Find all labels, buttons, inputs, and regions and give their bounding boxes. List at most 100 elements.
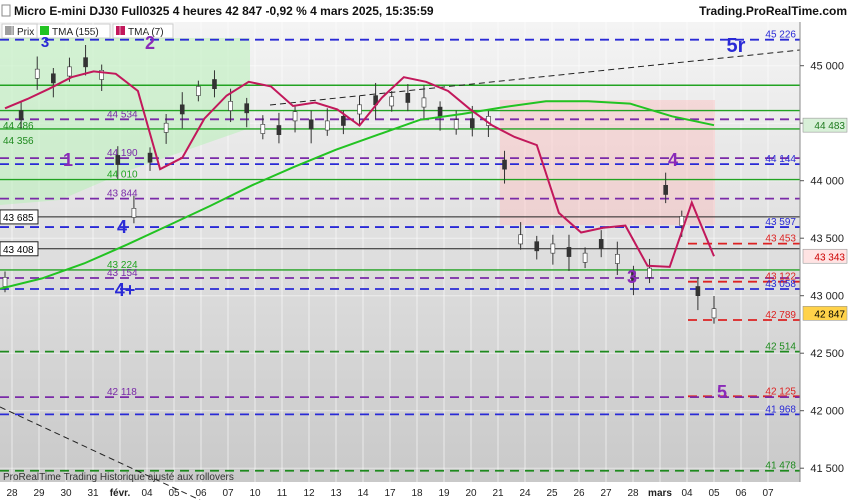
price-candle-body: [469, 118, 475, 129]
price-candle-body: [615, 254, 620, 264]
level-label: 43 844: [107, 189, 138, 200]
price-candle-body: [18, 110, 24, 121]
level-label: 44 144: [765, 154, 796, 165]
x-tick-label: mars: [648, 488, 672, 499]
price-candle-body: [244, 103, 250, 114]
price-candle-body: [405, 93, 411, 103]
level-label: 44 190: [107, 148, 138, 159]
price-candle-body: [502, 159, 507, 170]
x-tick-label: 30: [60, 488, 72, 499]
price-candle-body: [357, 104, 362, 115]
wave-label: 1: [63, 150, 73, 170]
price-candle-body: [2, 276, 8, 287]
price-candle-body: [582, 252, 588, 263]
x-tick-label: 13: [330, 488, 342, 499]
x-tick-label: 07: [222, 488, 234, 499]
price-candle-body: [598, 239, 604, 249]
y-tick-label: 41 500: [810, 463, 844, 475]
price-candle-body: [566, 247, 572, 257]
y-tick-label: 43 000: [810, 291, 844, 303]
wave-label: 3: [627, 267, 637, 287]
level-label: 42 125: [765, 386, 796, 397]
x-tick-label: 27: [600, 488, 612, 499]
price-candle-body: [196, 86, 201, 96]
price-candle-body: [518, 234, 523, 245]
left-level-tag: 44 356: [3, 136, 34, 147]
y-tick-label: 45 000: [810, 61, 844, 73]
x-tick-label: 05: [708, 488, 720, 499]
x-tick-label: févr.: [110, 488, 131, 499]
price-candle-body: [421, 97, 427, 108]
chart-title: Micro E-mini DJ30 Full0325 4 heures 42 8…: [14, 4, 434, 18]
price-tag-label: 42 847: [814, 309, 845, 320]
x-tick-label: 11: [277, 488, 288, 499]
x-tick-label: 31: [87, 488, 99, 499]
x-tick-label: 28: [627, 488, 639, 499]
x-tick-label: 26: [573, 488, 585, 499]
level-label: 41 478: [765, 461, 796, 472]
price-candle-body: [34, 68, 40, 79]
wave-label: 4: [668, 150, 678, 170]
x-tick-label: 24: [519, 488, 531, 499]
left-level-tag: 44 486: [3, 121, 34, 132]
price-candle-body: [647, 267, 652, 278]
price-candle-body: [147, 152, 153, 163]
price-candle-body: [550, 243, 556, 254]
x-tick-label: 29: [33, 488, 45, 499]
x-tick-label: 06: [195, 488, 207, 499]
legend-label-prix: Prix: [17, 27, 34, 38]
price-candle-body: [179, 104, 185, 115]
level-label: 42 514: [765, 342, 796, 353]
x-tick-label: 17: [384, 488, 396, 499]
x-tick-label: 06: [735, 488, 747, 499]
price-candle-body: [212, 79, 217, 89]
legend-label-tma155: TMA (155): [52, 27, 99, 38]
price-candle-body: [292, 111, 298, 122]
level-label: 43 597: [765, 217, 796, 228]
header-tool-icon[interactable]: [1, 4, 11, 17]
x-tick-label: 28: [6, 488, 18, 499]
x-tick-label: 04: [681, 488, 693, 499]
x-tick-label: 19: [438, 488, 450, 499]
wave-label: 3: [41, 34, 49, 51]
price-candle-body: [260, 124, 266, 134]
footer-note: ProRealTime Trading Historique ajusté au…: [3, 472, 234, 483]
x-tick-label: 21: [492, 488, 504, 499]
price-candle-body: [341, 116, 346, 126]
price-candle-body: [228, 101, 233, 111]
site-name: Trading.ProRealTime.com: [699, 4, 847, 18]
level-label: 41 968: [765, 404, 796, 415]
price-candle-body: [131, 208, 137, 218]
price-candle-body: [276, 125, 282, 135]
level-label: 42 789: [765, 310, 796, 321]
price-candle-body: [83, 57, 88, 68]
y-tick-label: 42 500: [810, 348, 844, 360]
wave-label: 5: [717, 382, 727, 402]
level-label: 43 453: [765, 234, 796, 245]
price-candle-body: [324, 120, 330, 131]
price-candle-body: [695, 286, 701, 296]
price-candle-body: [115, 155, 121, 165]
price-tag-label: 43 343: [814, 252, 845, 263]
price-candle-body: [679, 216, 685, 226]
x-tick-label: 07: [762, 488, 774, 499]
price-candle-body: [163, 122, 169, 133]
x-tick-label: 14: [357, 488, 369, 499]
price-tag-label: 44 483: [814, 121, 845, 132]
price-candle-body: [51, 73, 56, 84]
x-tick-label: 05: [168, 488, 180, 499]
y-tick-label: 43 500: [810, 233, 844, 245]
price-chart: Micro E-mini DJ30 Full0325 4 heures 42 8…: [0, 4, 850, 500]
x-tick-label: 04: [141, 488, 153, 499]
legend-swatch-prix: [5, 26, 14, 35]
wave-label: 4: [117, 217, 127, 237]
wave-label: 4+: [115, 280, 136, 300]
price-candle-body: [389, 96, 395, 107]
price-candle-body: [663, 185, 668, 195]
wave-label: 5r: [727, 35, 746, 57]
x-tick-label: 12: [303, 488, 315, 499]
level-label: 43 154: [107, 268, 138, 279]
price-candle-body: [67, 66, 72, 77]
y-tick-label: 44 000: [810, 176, 844, 188]
wave-label: 2: [145, 33, 155, 53]
